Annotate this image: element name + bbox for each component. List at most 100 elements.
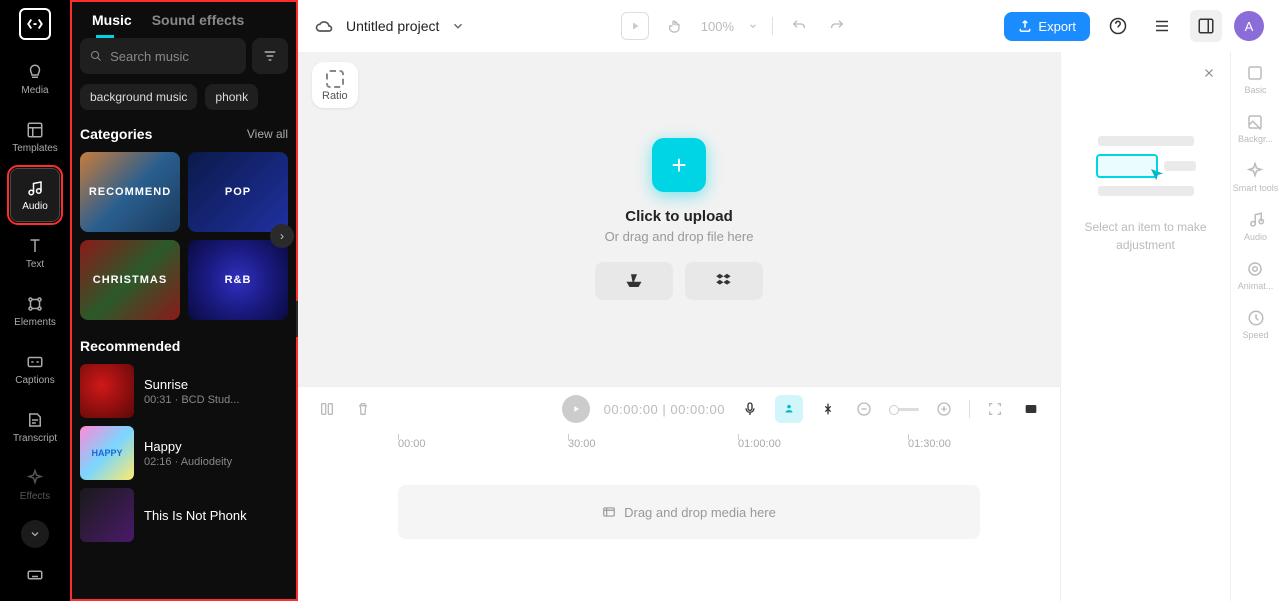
track-meta: 02:16 · Audiodeity	[144, 456, 232, 468]
search-music[interactable]	[80, 38, 246, 74]
track-thumbnail: HAPPY	[80, 426, 134, 480]
upload-icon	[1018, 19, 1032, 33]
track-thumbnail	[80, 364, 134, 418]
nav-elements[interactable]: Elements	[10, 284, 60, 338]
nav-keyboard-button[interactable]	[21, 561, 49, 589]
fit-button[interactable]	[984, 398, 1006, 420]
top-bar: Untitled project 100% Export A	[298, 0, 1280, 52]
category-pop[interactable]: POP	[188, 152, 288, 232]
categories-title: Categories	[80, 126, 152, 142]
filter-icon	[262, 48, 278, 64]
search-icon	[90, 49, 102, 63]
category-christmas[interactable]: CHRISTMAS	[80, 240, 180, 320]
tag-background-music[interactable]: background music	[80, 84, 197, 110]
inspector-panel: Select an item to make adjustment Basic …	[1060, 52, 1280, 601]
inspector-placeholder	[1096, 136, 1196, 196]
ratio-icon	[326, 70, 344, 88]
nav-text[interactable]: Text	[10, 226, 60, 280]
zoom-level[interactable]: 100%	[701, 19, 734, 34]
fullscreen-button[interactable]	[1020, 398, 1042, 420]
layers-button[interactable]	[1146, 10, 1178, 42]
dropbox-icon	[715, 272, 733, 290]
preview-button[interactable]	[621, 12, 649, 40]
mic-button[interactable]	[739, 398, 761, 420]
hand-tool-button[interactable]	[663, 14, 687, 38]
cut-button[interactable]	[817, 398, 839, 420]
nav-sidebar: Media Templates Audio Text Elements Capt…	[0, 0, 70, 601]
rail-background[interactable]: Backgr...	[1238, 113, 1273, 144]
track-item[interactable]: This Is Not Phonk	[80, 488, 288, 542]
play-button[interactable]	[562, 395, 590, 423]
delete-button[interactable]	[352, 398, 374, 420]
nav-expand-button[interactable]	[21, 520, 49, 548]
track-item[interactable]: Sunrise 00:31 · BCD Stud...	[80, 364, 288, 418]
rail-audio[interactable]: Audio	[1244, 211, 1267, 242]
cursor-icon	[1148, 166, 1166, 184]
category-rnb[interactable]: R&B	[188, 240, 288, 320]
zoom-in-button[interactable]	[933, 398, 955, 420]
categories-grid: RECOMMEND POP CHRISTMAS R&B ›	[80, 152, 288, 320]
nav-audio[interactable]: Audio	[10, 168, 60, 222]
nav-templates[interactable]: Templates	[10, 110, 60, 164]
nav-transcript[interactable]: Transcript	[10, 400, 60, 454]
close-inspector-button[interactable]	[1202, 66, 1216, 80]
nav-media[interactable]: Media	[10, 52, 60, 106]
chevron-down-icon[interactable]	[748, 21, 758, 31]
main-area: Untitled project 100% Export A Rat	[298, 0, 1280, 601]
media-icon	[602, 505, 616, 519]
layout-button[interactable]	[1190, 10, 1222, 42]
auto-caption-button[interactable]	[775, 395, 803, 423]
timeline-drop-zone[interactable]: Drag and drop media here	[398, 485, 980, 539]
track-list: Sunrise 00:31 · BCD Stud... HAPPY Happy …	[80, 364, 288, 542]
audio-tabs: Music Sound effects	[80, 8, 288, 38]
redo-button[interactable]	[825, 14, 849, 38]
track-item[interactable]: HAPPY Happy 02:16 · Audiodeity	[80, 426, 288, 480]
user-avatar[interactable]: A	[1234, 11, 1264, 41]
google-drive-button[interactable]	[595, 262, 673, 300]
timeline-toolbar: 00:00:00 | 00:00:00	[298, 387, 1060, 431]
upload-button[interactable]: +	[652, 138, 706, 192]
categories-next-button[interactable]: ›	[270, 224, 294, 248]
ratio-button[interactable]: Ratio	[312, 62, 358, 108]
view-all-link[interactable]: View all	[247, 127, 288, 141]
track-title: Sunrise	[144, 377, 239, 392]
inspector-hint: Select an item to make adjustment	[1075, 218, 1216, 254]
filter-button[interactable]	[252, 38, 288, 74]
dropbox-button[interactable]	[685, 262, 763, 300]
upload-title: Click to upload	[625, 208, 733, 225]
zoom-slider[interactable]	[889, 408, 919, 411]
app-logo[interactable]	[19, 8, 51, 40]
undo-button[interactable]	[787, 14, 811, 38]
upload-subtitle: Or drag and drop file here	[605, 229, 754, 244]
rail-animation[interactable]: Animat...	[1238, 260, 1274, 291]
inspector-rail: Basic Backgr... Smart tools Audio Animat…	[1230, 52, 1280, 601]
nav-captions[interactable]: Captions	[10, 342, 60, 396]
track-title: This Is Not Phonk	[144, 508, 247, 523]
nav-effects[interactable]: Effects	[10, 458, 60, 512]
timeline-ruler[interactable]: 00:00 30:00 01:00:00 01:30:00	[298, 431, 1060, 457]
tab-music[interactable]: Music	[92, 12, 132, 28]
recommended-title: Recommended	[80, 338, 180, 354]
timeline-time: 00:00:00 | 00:00:00	[604, 402, 725, 417]
track-thumbnail	[80, 488, 134, 542]
cloud-icon	[314, 16, 334, 36]
rail-smart-tools[interactable]: Smart tools	[1233, 162, 1279, 193]
tag-phonk[interactable]: phonk	[205, 84, 258, 110]
zoom-out-button[interactable]	[853, 398, 875, 420]
rail-speed[interactable]: Speed	[1242, 309, 1268, 340]
category-recommend[interactable]: RECOMMEND	[80, 152, 180, 232]
project-title[interactable]: Untitled project	[346, 18, 439, 34]
audio-panel: Music Sound effects background music pho…	[70, 0, 298, 601]
timeline: 00:00:00 | 00:00:00 00:00 30:00 01:00:00…	[298, 386, 1060, 601]
help-button[interactable]	[1102, 10, 1134, 42]
split-button[interactable]	[316, 398, 338, 420]
search-input[interactable]	[110, 49, 236, 64]
canvas-area[interactable]: Ratio + Click to upload Or drag and drop…	[298, 52, 1060, 386]
tab-sound-effects[interactable]: Sound effects	[152, 12, 245, 28]
chevron-down-icon[interactable]	[451, 19, 465, 33]
track-meta: 00:31 · BCD Stud...	[144, 394, 239, 406]
google-drive-icon	[625, 272, 643, 290]
export-button[interactable]: Export	[1004, 12, 1090, 41]
track-title: Happy	[144, 439, 232, 454]
rail-basic[interactable]: Basic	[1244, 64, 1266, 95]
